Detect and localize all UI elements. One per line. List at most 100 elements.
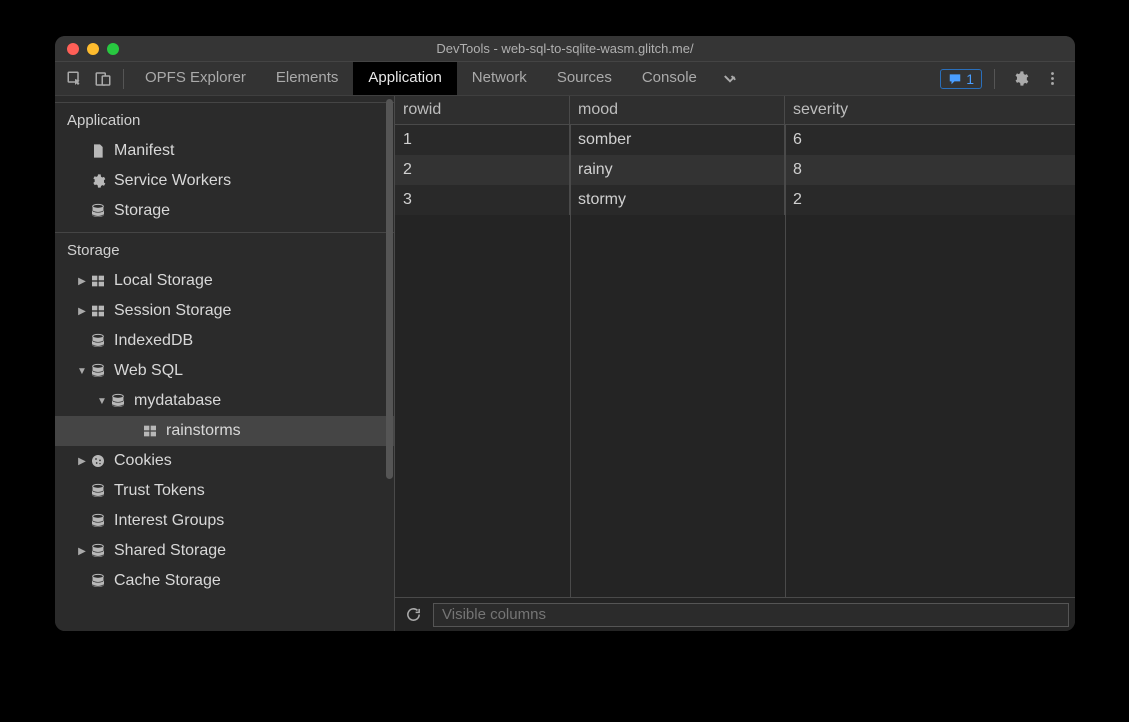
sidebar-item-manifest[interactable]: Manifest bbox=[55, 136, 394, 166]
table-cell: 6 bbox=[785, 125, 1075, 155]
sidebar-item-cache-storage[interactable]: Cache Storage bbox=[55, 566, 394, 596]
sidebar-item-interest-groups[interactable]: Interest Groups bbox=[55, 506, 394, 536]
sidebar-section-storage: Storage bbox=[55, 232, 394, 266]
sidebar-item-label: Storage bbox=[114, 202, 170, 220]
expand-arrow-icon: ▼ bbox=[75, 366, 89, 377]
minimize-button[interactable] bbox=[87, 43, 99, 55]
expand-arrow-icon: ▶ bbox=[75, 306, 89, 317]
settings-button[interactable] bbox=[1007, 66, 1033, 92]
sidebar-item-local-storage[interactable]: ▶ Local Storage bbox=[55, 266, 394, 296]
cookie-icon bbox=[89, 452, 107, 470]
column-header-severity[interactable]: severity bbox=[785, 96, 1075, 124]
sidebar-item-service-workers[interactable]: Service Workers bbox=[55, 166, 394, 196]
database-icon bbox=[89, 332, 107, 350]
database-icon bbox=[89, 572, 107, 590]
column-divider[interactable] bbox=[570, 125, 571, 597]
panel-tabs: OPFS ExplorerElementsApplicationNetworkS… bbox=[130, 62, 712, 95]
table-cell: 2 bbox=[785, 185, 1075, 215]
database-icon bbox=[89, 202, 107, 220]
tab-opfs-explorer[interactable]: OPFS Explorer bbox=[130, 62, 261, 95]
sidebar-item-mydatabase[interactable]: ▼ mydatabase bbox=[55, 386, 394, 416]
close-button[interactable] bbox=[67, 43, 79, 55]
expand-arrow-icon: ▶ bbox=[75, 546, 89, 557]
sidebar-item-label: mydatabase bbox=[134, 392, 221, 410]
expand-arrow-icon: ▶ bbox=[75, 456, 89, 467]
sidebar-item-cookies[interactable]: ▶ Cookies bbox=[55, 446, 394, 476]
messages-count: 1 bbox=[966, 71, 974, 87]
database-icon bbox=[109, 392, 127, 410]
database-icon bbox=[89, 482, 107, 500]
table-row[interactable]: 2rainy8 bbox=[395, 155, 1075, 185]
sidebar-section-application: Application bbox=[55, 102, 394, 136]
sidebar-item-shared-storage[interactable]: ▶ Shared Storage bbox=[55, 536, 394, 566]
sidebar-item-label: Service Workers bbox=[114, 172, 231, 190]
window-title: DevTools - web-sql-to-sqlite-wasm.glitch… bbox=[55, 41, 1075, 56]
titlebar: DevTools - web-sql-to-sqlite-wasm.glitch… bbox=[55, 36, 1075, 62]
scrollbar-thumb[interactable] bbox=[386, 99, 393, 479]
tab-elements[interactable]: Elements bbox=[261, 62, 354, 95]
tab-application[interactable]: Application bbox=[353, 62, 456, 95]
visible-columns-input[interactable] bbox=[433, 603, 1069, 627]
messages-badge[interactable]: 1 bbox=[940, 69, 982, 89]
content-body: Application Manifest Service Workers Storag… bbox=[55, 96, 1075, 631]
sidebar-item-label: Interest Groups bbox=[114, 512, 224, 530]
table-cell: rainy bbox=[570, 155, 785, 185]
main-panel: rowidmoodseverity 1somber62rainy83stormy… bbox=[395, 96, 1075, 631]
grid-icon bbox=[89, 302, 107, 320]
sidebar-item-storage[interactable]: Storage bbox=[55, 196, 394, 226]
traffic-lights bbox=[55, 43, 119, 55]
sidebar-item-session-storage[interactable]: ▶ Session Storage bbox=[55, 296, 394, 326]
gear-icon bbox=[89, 172, 107, 190]
tab-console[interactable]: Console bbox=[627, 62, 712, 95]
devtools-window: DevTools - web-sql-to-sqlite-wasm.glitch… bbox=[55, 36, 1075, 631]
expand-arrow-icon: ▶ bbox=[75, 276, 89, 287]
table-body: 1somber62rainy83stormy2 bbox=[395, 125, 1075, 597]
table-cell: 1 bbox=[395, 125, 570, 155]
sidebar-item-label: Session Storage bbox=[114, 302, 231, 320]
tab-network[interactable]: Network bbox=[457, 62, 542, 95]
sidebar: Application Manifest Service Workers Storag… bbox=[55, 96, 395, 631]
sidebar-item-label: Local Storage bbox=[114, 272, 213, 290]
document-icon bbox=[89, 142, 107, 160]
table-cell: 3 bbox=[395, 185, 570, 215]
toolbar: OPFS ExplorerElementsApplicationNetworkS… bbox=[55, 62, 1075, 96]
sidebar-item-label: Cookies bbox=[114, 452, 172, 470]
sidebar-item-label: IndexedDB bbox=[114, 332, 193, 350]
table-footer bbox=[395, 597, 1075, 631]
sidebar-item-label: Cache Storage bbox=[114, 572, 221, 590]
table-row[interactable]: 3stormy2 bbox=[395, 185, 1075, 215]
sidebar-item-rainstorms[interactable]: rainstorms bbox=[55, 416, 394, 446]
expand-arrow-icon: ▼ bbox=[95, 396, 109, 407]
table-cell: stormy bbox=[570, 185, 785, 215]
toolbar-divider bbox=[123, 69, 124, 89]
toolbar-divider bbox=[994, 69, 995, 89]
column-header-mood[interactable]: mood bbox=[570, 96, 785, 124]
grid-icon bbox=[89, 272, 107, 290]
table-cell: 8 bbox=[785, 155, 1075, 185]
column-header-rowid[interactable]: rowid bbox=[395, 96, 570, 124]
sidebar-item-web-sql[interactable]: ▼ Web SQL bbox=[55, 356, 394, 386]
grid-icon bbox=[141, 422, 159, 440]
tab-sources[interactable]: Sources bbox=[542, 62, 627, 95]
sidebar-item-label: Manifest bbox=[114, 142, 174, 160]
sidebar-item-indexeddb[interactable]: IndexedDB bbox=[55, 326, 394, 356]
refresh-button[interactable] bbox=[401, 603, 425, 627]
more-tabs-button[interactable] bbox=[716, 65, 744, 93]
sidebar-item-label: rainstorms bbox=[166, 422, 241, 440]
database-icon bbox=[89, 362, 107, 380]
table-cell: somber bbox=[570, 125, 785, 155]
kebab-menu-button[interactable] bbox=[1039, 66, 1065, 92]
device-toggle-button[interactable] bbox=[89, 65, 117, 93]
sidebar-item-label: Trust Tokens bbox=[114, 482, 205, 500]
sidebar-item-label: Web SQL bbox=[114, 362, 183, 380]
database-icon bbox=[89, 512, 107, 530]
sidebar-item-trust-tokens[interactable]: Trust Tokens bbox=[55, 476, 394, 506]
column-divider[interactable] bbox=[785, 125, 786, 597]
maximize-button[interactable] bbox=[107, 43, 119, 55]
sidebar-item-label: Shared Storage bbox=[114, 542, 226, 560]
inspect-element-button[interactable] bbox=[61, 65, 89, 93]
table-cell: 2 bbox=[395, 155, 570, 185]
database-icon bbox=[89, 542, 107, 560]
table-row[interactable]: 1somber6 bbox=[395, 125, 1075, 155]
table-header: rowidmoodseverity bbox=[395, 96, 1075, 125]
